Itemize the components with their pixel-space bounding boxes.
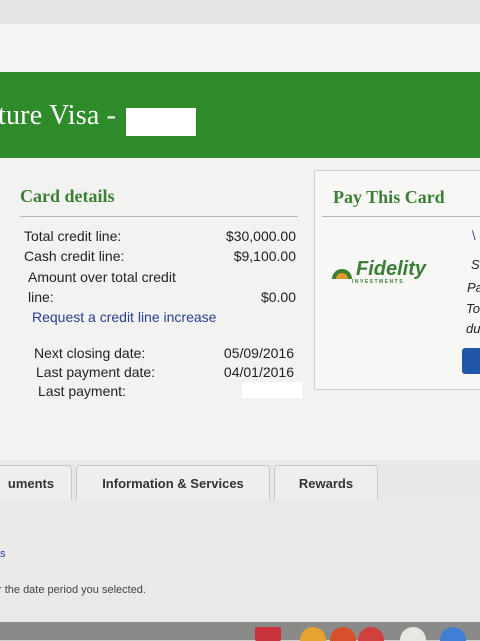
card-details-heading: Card details <box>20 186 115 206</box>
tab-rewards[interactable]: Rewards <box>274 465 378 500</box>
redacted-card-number <box>126 108 196 136</box>
fidelity-globe-icon <box>332 269 352 279</box>
pay-card-link-fragment[interactable]: \ <box>472 228 480 243</box>
last-payment-label: Last payment: <box>38 383 126 399</box>
fidelity-logo[interactable]: Fidelity <box>356 258 426 281</box>
card-details-divider <box>20 216 298 217</box>
next-closing-date-value: 05/09/2016 <box>223 345 294 361</box>
pay-card-text-fragment: S <box>471 257 480 272</box>
monitor-bezel <box>0 0 480 24</box>
pay-card-divider <box>322 216 480 217</box>
amount-over-label-line2: line: <box>28 289 54 305</box>
last-payment-date-value: 04/01/2016 <box>223 364 294 380</box>
pay-card-heading: Pay This Card <box>333 187 445 207</box>
date-period-note: r the date period you selected. <box>0 584 146 596</box>
tab-content-area <box>0 500 480 640</box>
cash-credit-line-value: $9,100.00 <box>233 248 296 264</box>
total-credit-line-value: $30,000.00 <box>225 228 296 244</box>
card-title: ture Visa - <box>0 100 117 131</box>
last-payment-date-label: Last payment date: <box>36 364 156 380</box>
pay-card-text-fragment: du <box>466 321 480 336</box>
dock-app-icon[interactable] <box>255 627 281 641</box>
amount-over-value: $0.00 <box>260 289 296 305</box>
tab-documents[interactable]: uments <box>0 465 72 500</box>
page-top-area <box>0 24 480 72</box>
pay-card-text-fragment: Pa <box>467 280 480 295</box>
fidelity-logo-subtext: INVESTMENTS <box>352 279 405 285</box>
pay-button[interactable] <box>462 348 480 374</box>
total-credit-line-label: Total credit line: <box>24 228 122 244</box>
next-closing-date-label: Next closing date: <box>34 345 146 361</box>
request-credit-increase-link[interactable]: Request a credit line increase <box>32 309 216 325</box>
amount-over-label: Amount over total credit <box>28 269 176 285</box>
redacted-last-payment-value <box>242 382 302 398</box>
cash-credit-line-label: Cash credit line: <box>24 248 125 264</box>
tab-information-services[interactable]: Information & Services <box>76 465 270 500</box>
lower-link-fragment[interactable]: s <box>0 548 8 560</box>
pay-card-text-fragment: To <box>466 301 480 316</box>
